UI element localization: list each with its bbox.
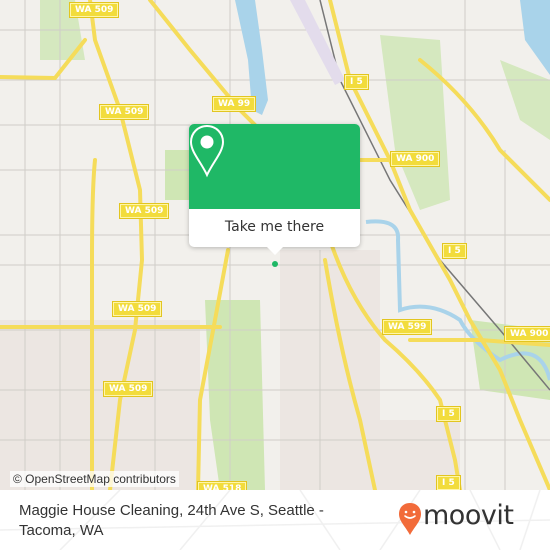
take-me-there-button[interactable]: Take me there xyxy=(189,209,360,247)
park-area xyxy=(380,35,450,210)
popup-header xyxy=(189,124,360,209)
park-area xyxy=(500,60,550,140)
moovit-wordmark: moovit xyxy=(423,500,514,531)
location-popup: Take me there xyxy=(189,124,360,255)
road-shield-wa509: WA 509 xyxy=(111,301,163,317)
road-shield-wa509: WA 509 xyxy=(98,104,150,120)
road-shield-i5: I 5 xyxy=(436,406,461,422)
lake-water xyxy=(520,0,550,75)
airport-runway xyxy=(290,0,345,85)
map-canvas[interactable]: WA 509 WA 509 WA 509 WA 509 WA 509 WA 99… xyxy=(0,0,550,490)
road-shield-wa99: WA 99 xyxy=(211,96,257,112)
map-pin-icon xyxy=(189,124,225,178)
road-shield-wa599: WA 599 xyxy=(381,319,433,335)
place-title: Maggie House Cleaning, 24th Ave S, Seatt… xyxy=(19,502,324,539)
road-shield-wa900: WA 900 xyxy=(389,151,441,167)
road-shield-wa900: WA 900 xyxy=(503,326,550,342)
moovit-pin-icon xyxy=(399,503,421,535)
map-attribution[interactable]: © OpenStreetMap contributors xyxy=(10,471,179,487)
road-shield-wa509: WA 509 xyxy=(68,2,120,18)
road-shield-i5: I 5 xyxy=(442,243,467,259)
footer-bar: Maggie House Cleaning, 24th Ave S, Seatt… xyxy=(0,490,550,550)
attribution-text: © OpenStreetMap contributors xyxy=(13,472,176,486)
road-shield-wa518: WA 518 xyxy=(196,481,248,490)
popup-pointer xyxy=(267,247,283,255)
urban-area xyxy=(0,320,200,490)
road-shield-i5: I 5 xyxy=(436,475,461,490)
road-shield-wa509: WA 509 xyxy=(118,203,170,219)
road-shield-i5: I 5 xyxy=(344,74,369,90)
location-marker xyxy=(272,261,278,267)
road-shield-wa509: WA 509 xyxy=(102,381,154,397)
